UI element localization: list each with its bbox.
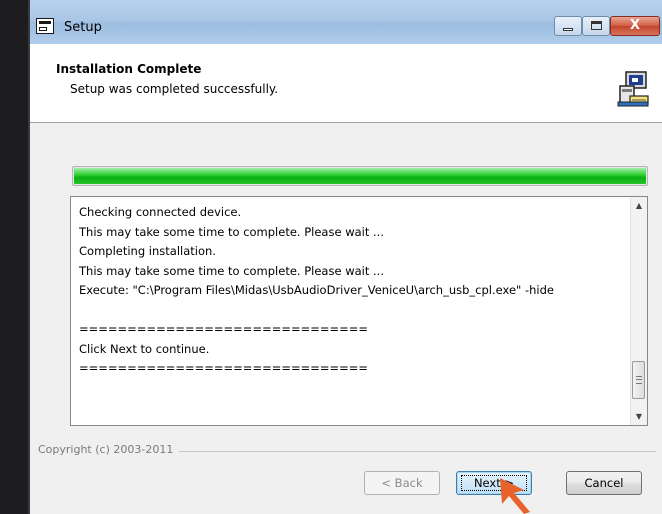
log-line: Execute: "C:\Program Files\Midas\UsbAudi… [79,283,554,297]
installer-computer-icon [617,71,649,107]
setup-window: Setup X Installation Complete Setup was … [28,0,662,514]
copyright-text: Copyright (c) 2003-2011 [38,443,180,456]
maximize-icon [591,21,602,30]
log-line: ============================== [79,361,369,375]
scroll-up-button[interactable]: ▲ [631,197,647,214]
cancel-button[interactable]: Cancel [566,471,642,495]
install-progress-bar [72,166,648,186]
scroll-thumb[interactable] [632,361,645,399]
log-scrollbar[interactable]: ▲ ▼ [630,197,647,425]
title-bar[interactable]: Setup X [30,0,662,44]
close-button[interactable]: X [610,16,660,36]
log-line: Click Next to continue. [79,341,210,356]
wizard-header: Installation Complete Setup was complete… [30,44,662,123]
log-line: ============================== [79,322,369,336]
install-log[interactable]: Checking connected device. This may take … [70,196,648,426]
maximize-button[interactable] [582,16,610,36]
log-line: This may take some time to complete. Ple… [79,224,384,239]
log-lines: Checking connected device. This may take … [79,203,619,379]
minimize-icon [563,28,573,31]
log-line: Checking connected device. [79,205,242,219]
background-desktop-edge [0,0,30,514]
scroll-down-button[interactable]: ▼ [631,408,647,425]
page-subtitle: Setup was completed successfully. [70,82,279,96]
back-button[interactable]: < Back [364,471,440,495]
log-line: This may take some time to complete. Ple… [79,263,384,278]
window-title: Setup [64,20,102,35]
page-title: Installation Complete [56,62,202,76]
minimize-button[interactable] [554,16,582,36]
progress-fill [74,168,646,184]
log-line: Completing installation. [79,244,216,258]
grip-icon [636,376,642,384]
setup-app-icon[interactable] [36,18,54,34]
close-icon: X [629,18,641,33]
pointer-arrow-icon [500,478,530,514]
